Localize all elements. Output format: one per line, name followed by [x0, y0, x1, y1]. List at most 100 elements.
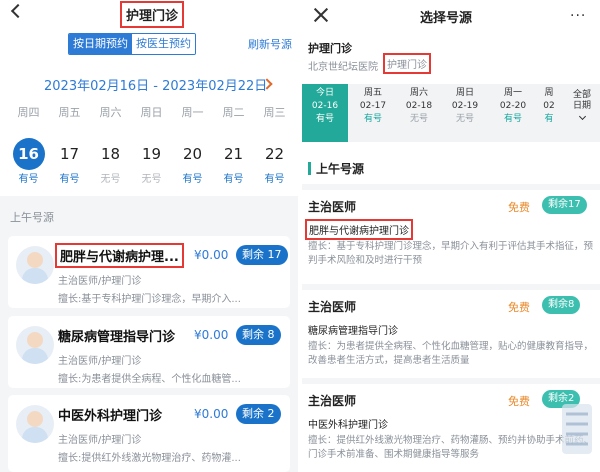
clinic-name: 肥胖与代谢病护理门诊 [305, 219, 413, 240]
weekday-label: 周三 [263, 106, 286, 119]
day-status: 有号 [223, 174, 244, 185]
date-weekday: 周日 [455, 88, 474, 98]
weekday-label: 周四 [17, 106, 40, 119]
date-cell[interactable]: 今日 02-16 有号 [302, 84, 348, 142]
watermark-logo [562, 404, 592, 454]
all-dates-label: 全部 [572, 90, 591, 100]
remain-badge[interactable]: 剩余8 [542, 296, 581, 314]
left-header-area: 护理门诊 按日期预约 按医生预约 刷新号源 2023年02月16日 - 2023… [0, 0, 298, 196]
right-screen: 选择号源 ··· 护理门诊 北京世纪坛医院 护理门诊 今日 02-16 有号 周… [302, 0, 600, 472]
clinic-name: 中医外科护理门诊 [58, 409, 163, 424]
date-status: 有号 [503, 114, 522, 124]
clinic-card[interactable]: 肥胖与代谢病护理... ¥0.00 剩余 17 主治医师/护理门诊 擅长:基于专… [8, 236, 290, 308]
date-weekday: 周 [544, 88, 554, 98]
tab-by-doctor[interactable]: 按医生预约 [132, 34, 195, 54]
remain-badge[interactable]: 剩余 2 [236, 404, 281, 424]
remain-badge[interactable]: 剩余 8 [236, 325, 281, 345]
date-day: 02-19 [451, 101, 479, 111]
nurse-avatar-icon [16, 326, 54, 364]
close-icon[interactable] [312, 6, 330, 24]
date-status: 无号 [409, 114, 428, 124]
day-cell[interactable]: 18 无号 [90, 138, 131, 185]
day-status: 有号 [18, 174, 39, 185]
clinic-desc: 擅长：提供红外线激光物理治疗、药物灌肠、预约并协助手术前药、门诊手术前准备、围术… [308, 435, 594, 460]
day-cell[interactable]: 22 有号 [254, 138, 295, 185]
day-number: 20 [182, 145, 203, 163]
tab-by-date[interactable]: 按日期预约 [69, 34, 132, 54]
clinic-card[interactable]: 主治医师 免费 剩余2 中医外科护理门诊 擅长：提供红外线激光物理治疗、药物灌肠… [302, 378, 600, 472]
date-cell[interactable]: 周 02 有 [538, 84, 560, 142]
all-dates-button[interactable]: 全部 日期 [566, 90, 598, 123]
hospital-name: 北京世纪坛医院 [308, 62, 378, 73]
back-arrow-icon[interactable] [8, 3, 26, 21]
section-label: 上午号源 [10, 211, 54, 224]
clinic-name: 糖尿病管理指导门诊 [58, 330, 176, 345]
day-cell[interactable]: 17 有号 [49, 138, 90, 185]
day-cell[interactable]: 19 无号 [131, 138, 172, 185]
clinic-desc: 擅长:为患者提供全病程、个性化血糖管... [58, 374, 241, 385]
section-accent-bar [308, 162, 311, 175]
date-status: 无号 [455, 114, 474, 124]
remain-badge[interactable]: 剩余17 [542, 196, 587, 214]
date-weekday: 周六 [409, 88, 428, 98]
nurse-avatar-icon [16, 405, 54, 443]
day-number: 17 [59, 145, 80, 163]
date-weekday: 周一 [503, 88, 522, 98]
day-number: 22 [264, 145, 285, 163]
day-row: 16 有号 17 有号 18 无号 19 无号 20 有号 21 有号 22 有… [8, 138, 296, 185]
refresh-button[interactable]: 刷新号源 [248, 36, 292, 52]
fee-label: 免费 [508, 395, 530, 408]
clinic-desc: 擅长：为患者提供全病程、个性化血糖管理，贴心的健康教育指导，改善患者生活方式，提… [308, 341, 594, 366]
weekday-label: 周日 [140, 106, 163, 119]
date-day: 02-20 [499, 101, 527, 111]
page-title: 护理门诊 [126, 9, 179, 24]
booking-mode-switch: 按日期预约 按医生预约 [68, 33, 196, 55]
day-status: 有号 [182, 174, 203, 185]
nurse-avatar-icon [16, 246, 54, 284]
clinic-name: 糖尿病管理指导门诊 [308, 326, 398, 337]
date-status: 有号 [315, 114, 334, 124]
clinic-card[interactable]: 中医外科护理门诊 ¥0.00 剩余 2 主治医师/护理门诊 擅长:提供红外线激光… [8, 395, 290, 472]
date-cell[interactable]: 周五 02-17 有号 [350, 84, 396, 142]
clinic-role: 主治医师/护理门诊 [58, 356, 142, 367]
weekday-label: 周六 [99, 106, 122, 119]
day-number: 16 [12, 138, 45, 170]
remain-badge[interactable]: 剩余 17 [236, 245, 288, 265]
date-strip: 今日 02-16 有号 周五 02-17 有号 周六 02-18 无号 周日 0… [302, 84, 600, 142]
day-number: 18 [100, 145, 121, 163]
weekday-row: 周四 周五 周六 周日 周一 周二 周三 [8, 104, 296, 120]
clinic-desc: 擅长：基于专科护理门诊理念，早期介入有利于评估其手术指征，预判手术风险和及时进行… [308, 241, 594, 266]
date-cell[interactable]: 周六 02-18 无号 [396, 84, 442, 142]
section-header: 上午号源 [302, 158, 600, 180]
left-screen: 护理门诊 按日期预约 按医生预约 刷新号源 2023年02月16日 - 2023… [0, 0, 298, 472]
clinic-card[interactable]: 糖尿病管理指导门诊 ¥0.00 剩余 8 主治医师/护理门诊 擅长:为患者提供全… [8, 316, 290, 388]
clinic-card[interactable]: 主治医师 免费 剩余8 糖尿病管理指导门诊 擅长：为患者提供全病程、个性化血糖管… [302, 284, 600, 376]
date-range: 2023年02月16日 - 2023年02月22日 [44, 79, 268, 94]
date-day: 02 [543, 101, 555, 111]
all-dates-label: 日期 [572, 101, 591, 111]
doctor-title: 主治医师 [308, 200, 357, 214]
day-status: 有号 [59, 174, 80, 185]
more-options-icon[interactable]: ··· [570, 8, 586, 24]
day-cell[interactable]: 16 有号 [8, 138, 49, 185]
day-cell[interactable]: 21 有号 [213, 138, 254, 185]
clinic-role: 主治医师/护理门诊 [58, 276, 142, 287]
date-weekday: 今日 [315, 88, 334, 98]
day-cell[interactable]: 20 有号 [172, 138, 213, 185]
date-cell[interactable]: 周一 02-20 有号 [490, 84, 536, 142]
date-status: 有 [544, 114, 554, 124]
day-status: 无号 [141, 174, 162, 185]
clinic-desc: 擅长:提供红外线激光物理治疗、药物灌... [58, 453, 241, 464]
clinic-name: 肥胖与代谢病护理... [55, 243, 184, 268]
day-number: 19 [141, 145, 162, 163]
date-cell[interactable]: 周日 02-19 无号 [442, 84, 488, 142]
chevron-right-icon[interactable] [262, 78, 272, 88]
weekday-label: 周一 [181, 106, 204, 119]
clinic-card[interactable]: 主治医师 免费 剩余17 肥胖与代谢病护理门诊 擅长：基于专科护理门诊理念，早期… [302, 184, 600, 280]
clinic-role: 主治医师/护理门诊 [58, 435, 142, 446]
date-weekday: 周五 [363, 88, 382, 98]
doctor-title: 主治医师 [308, 394, 357, 408]
page-title-highlight: 护理门诊 [120, 1, 185, 28]
weekday-label: 周五 [58, 106, 81, 119]
weekday-label: 周二 [222, 106, 245, 119]
